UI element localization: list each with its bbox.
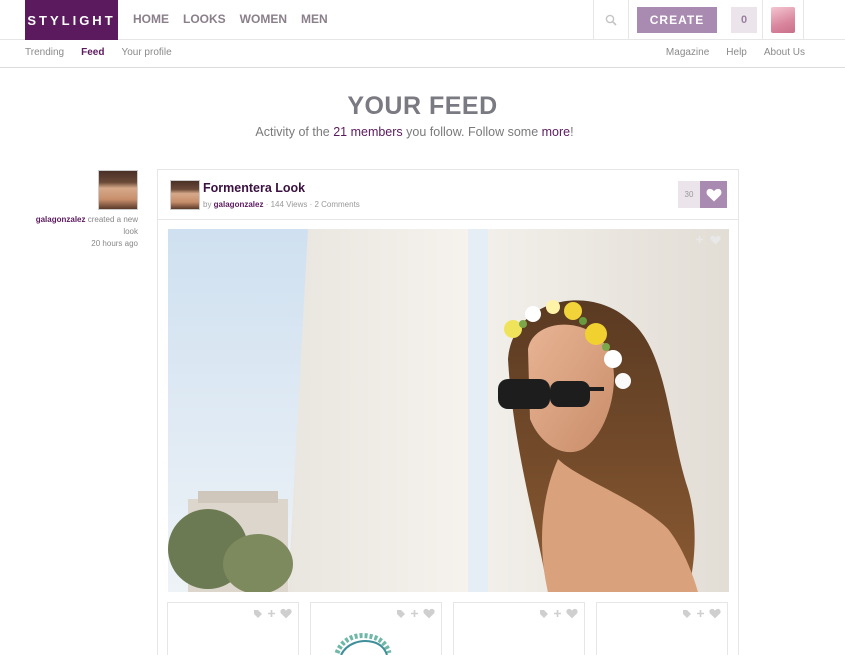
heart-icon[interactable] [710, 235, 721, 245]
activity-avatar[interactable] [98, 170, 138, 210]
activity-user-link[interactable]: galagonzalez [36, 215, 86, 224]
user-avatar-button[interactable] [762, 0, 804, 40]
look-title[interactable]: Formentera Look [203, 181, 305, 195]
sub-nav: Trending Feed Your profile Magazine Help… [0, 40, 845, 68]
subtitle-suffix: ! [570, 125, 574, 139]
look-photo-image [168, 229, 729, 592]
by-label: by [203, 200, 214, 209]
members-link[interactable]: 21 members [333, 125, 402, 139]
top-bar: STYLIGHT HOME LOOKS WOMEN MEN CREATE 0 [0, 0, 845, 40]
product-thumbnail[interactable] [596, 602, 728, 655]
subtitle-middle: you follow. Follow some [402, 125, 542, 139]
bracelet-image [334, 633, 392, 655]
look-views: · 144 Views · [263, 200, 315, 209]
activity-action: created a new look [85, 215, 138, 236]
subnav-magazine[interactable]: Magazine [666, 47, 709, 58]
page-title: YOUR FEED [347, 92, 498, 120]
tag-icon[interactable] [253, 609, 263, 619]
likes-count: 30 [678, 181, 700, 208]
heart-icon[interactable] [423, 608, 435, 619]
plus-icon[interactable] [553, 609, 562, 618]
activity-time: 20 hours ago [91, 239, 138, 248]
subnav-about-us[interactable]: About Us [764, 47, 805, 58]
cart-count-badge[interactable]: 0 [731, 7, 757, 33]
nav-women[interactable]: WOMEN [240, 12, 287, 26]
subnav-your-profile[interactable]: Your profile [121, 47, 171, 58]
subnav-trending[interactable]: Trending [25, 47, 64, 58]
tag-icon[interactable] [396, 609, 406, 619]
search-icon [605, 14, 617, 26]
heart-icon[interactable] [566, 608, 578, 619]
look-meta: by galagonzalez · 144 Views · 2 Comments [203, 200, 360, 209]
heart-icon [706, 188, 721, 201]
create-button[interactable]: CREATE [637, 7, 717, 33]
card-avatar[interactable] [170, 180, 200, 210]
avatar [771, 7, 795, 33]
card-header: Formentera Look by galagonzalez · 144 Vi… [158, 170, 738, 220]
like-button[interactable] [700, 181, 727, 208]
plus-icon[interactable] [267, 609, 276, 618]
stylight-logo[interactable]: STYLIGHT [25, 0, 118, 40]
product-thumbnail[interactable] [310, 602, 442, 655]
look-author-link[interactable]: galagonzalez [214, 200, 264, 209]
subnav-help[interactable]: Help [726, 47, 747, 58]
look-card: Formentera Look by galagonzalez · 144 Vi… [157, 169, 739, 655]
tag-icon[interactable] [539, 609, 549, 619]
nav-men[interactable]: MEN [301, 12, 328, 26]
page-subtitle: Activity of the 21 members you follow. F… [0, 125, 829, 139]
main-nav: HOME LOOKS WOMEN MEN [133, 12, 328, 26]
look-photo[interactable] [168, 229, 729, 592]
search-button[interactable] [593, 0, 629, 40]
product-thumbnail[interactable] [167, 602, 299, 655]
plus-icon[interactable] [410, 609, 419, 618]
nav-looks[interactable]: LOOKS [183, 12, 226, 26]
tag-icon[interactable] [682, 609, 692, 619]
activity-text: galagonzalez created a new look 20 hours… [20, 214, 138, 250]
subtitle-prefix: Activity of the [255, 125, 334, 139]
nav-home[interactable]: HOME [133, 12, 169, 26]
heart-icon[interactable] [709, 608, 721, 619]
heart-icon[interactable] [280, 608, 292, 619]
plus-icon[interactable] [695, 235, 704, 244]
plus-icon[interactable] [696, 609, 705, 618]
more-link[interactable]: more [542, 125, 570, 139]
look-comments-link[interactable]: 2 Comments [314, 200, 359, 209]
product-thumbnail[interactable] [453, 602, 585, 655]
photo-action-icons [695, 235, 721, 245]
subnav-feed[interactable]: Feed [81, 47, 104, 58]
